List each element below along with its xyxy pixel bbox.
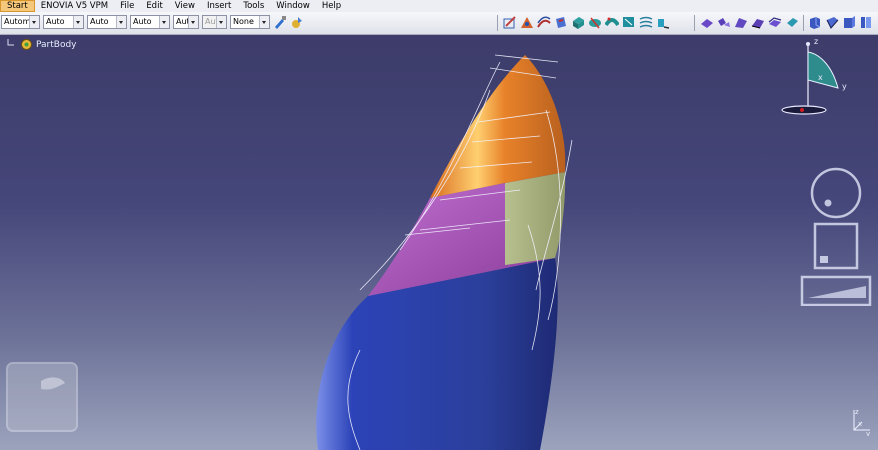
partbody-gear-icon[interactable] (20, 38, 33, 51)
menu-insert[interactable]: Insert (201, 0, 237, 12)
chevron-down-icon (29, 16, 39, 28)
chevron-down-icon (159, 16, 169, 28)
specification-tree: PartBody (6, 38, 77, 51)
compass-axis-z: z (814, 37, 818, 46)
plane-icon[interactable] (554, 15, 568, 30)
menu-edit[interactable]: Edit (140, 0, 168, 12)
compass-widget[interactable]: z x y (780, 36, 850, 118)
multi-section-icon[interactable] (639, 15, 653, 30)
menu-tools[interactable]: Tools (237, 0, 270, 12)
menu-help[interactable]: Help (316, 0, 347, 12)
trim-icon[interactable] (734, 15, 748, 30)
line-thickness-combo[interactable]: Auto (87, 15, 127, 29)
blue-surface-patch[interactable] (316, 258, 558, 450)
toolbar: Automa Auto Auto Auto Aut Aut None (0, 12, 878, 35)
triad-axis-x: x (858, 420, 862, 428)
chevron-down-icon (259, 16, 269, 28)
view-navigation-widgets (800, 167, 872, 306)
sketch-icon[interactable] (503, 15, 517, 30)
line-type-combo[interactable]: Auto (130, 15, 170, 29)
line-icon[interactable] (537, 15, 551, 30)
blend-icon[interactable] (656, 15, 670, 30)
shading-icon[interactable] (808, 15, 822, 30)
chevron-down-icon (116, 16, 126, 28)
thumbnail-view[interactable] (5, 361, 79, 433)
surface-model[interactable] (300, 50, 590, 450)
fill-surface-icon[interactable] (622, 15, 636, 30)
rendering-style-combo: Aut (202, 15, 227, 29)
compass-axis-y: y (842, 82, 847, 91)
chevron-down-icon (188, 16, 198, 28)
menu-window[interactable]: Window (270, 0, 316, 12)
hide-show-icon[interactable] (859, 15, 873, 30)
extract-icon[interactable] (768, 15, 782, 30)
boundary-icon[interactable] (751, 15, 765, 30)
menu-bar: Start ENOVIA V5 VPM File Edit View Inser… (0, 0, 878, 12)
tree-node-partbody[interactable]: PartBody (36, 40, 77, 50)
color-combo[interactable]: Automa (1, 15, 40, 29)
sweep-icon[interactable] (605, 15, 619, 30)
pan-view-icon[interactable] (813, 222, 859, 270)
triad-axis-z: z (855, 408, 859, 416)
fillet-icon[interactable] (785, 15, 799, 30)
menu-enovia[interactable]: ENOVIA V5 VPM (35, 0, 114, 12)
chevron-down-icon (216, 16, 226, 28)
layer-combo[interactable]: None (230, 15, 270, 29)
transparency-combo[interactable]: Auto (43, 15, 84, 29)
revolve-icon[interactable] (588, 15, 602, 30)
shading-edges-icon[interactable] (825, 15, 839, 30)
split-icon[interactable] (717, 15, 731, 30)
join-icon[interactable] (700, 15, 714, 30)
extrude-icon[interactable] (571, 15, 585, 30)
wireframe-icon[interactable] (842, 15, 856, 30)
point-icon[interactable] (520, 15, 534, 30)
menu-file[interactable]: File (114, 0, 140, 12)
triad-axis-y: y (866, 430, 870, 436)
rotate-view-icon[interactable] (810, 167, 862, 219)
axis-triad: z x y (853, 408, 870, 436)
graphic-properties-icon[interactable] (290, 15, 304, 30)
menu-start[interactable]: Start (0, 0, 35, 12)
point-symbol-combo[interactable]: Aut (173, 15, 199, 29)
chevron-down-icon (73, 16, 83, 28)
zoom-slider-icon[interactable] (800, 275, 872, 306)
compass-axis-x: x (818, 73, 823, 82)
format-painter-icon[interactable] (273, 15, 287, 30)
menu-view[interactable]: View (169, 0, 201, 12)
